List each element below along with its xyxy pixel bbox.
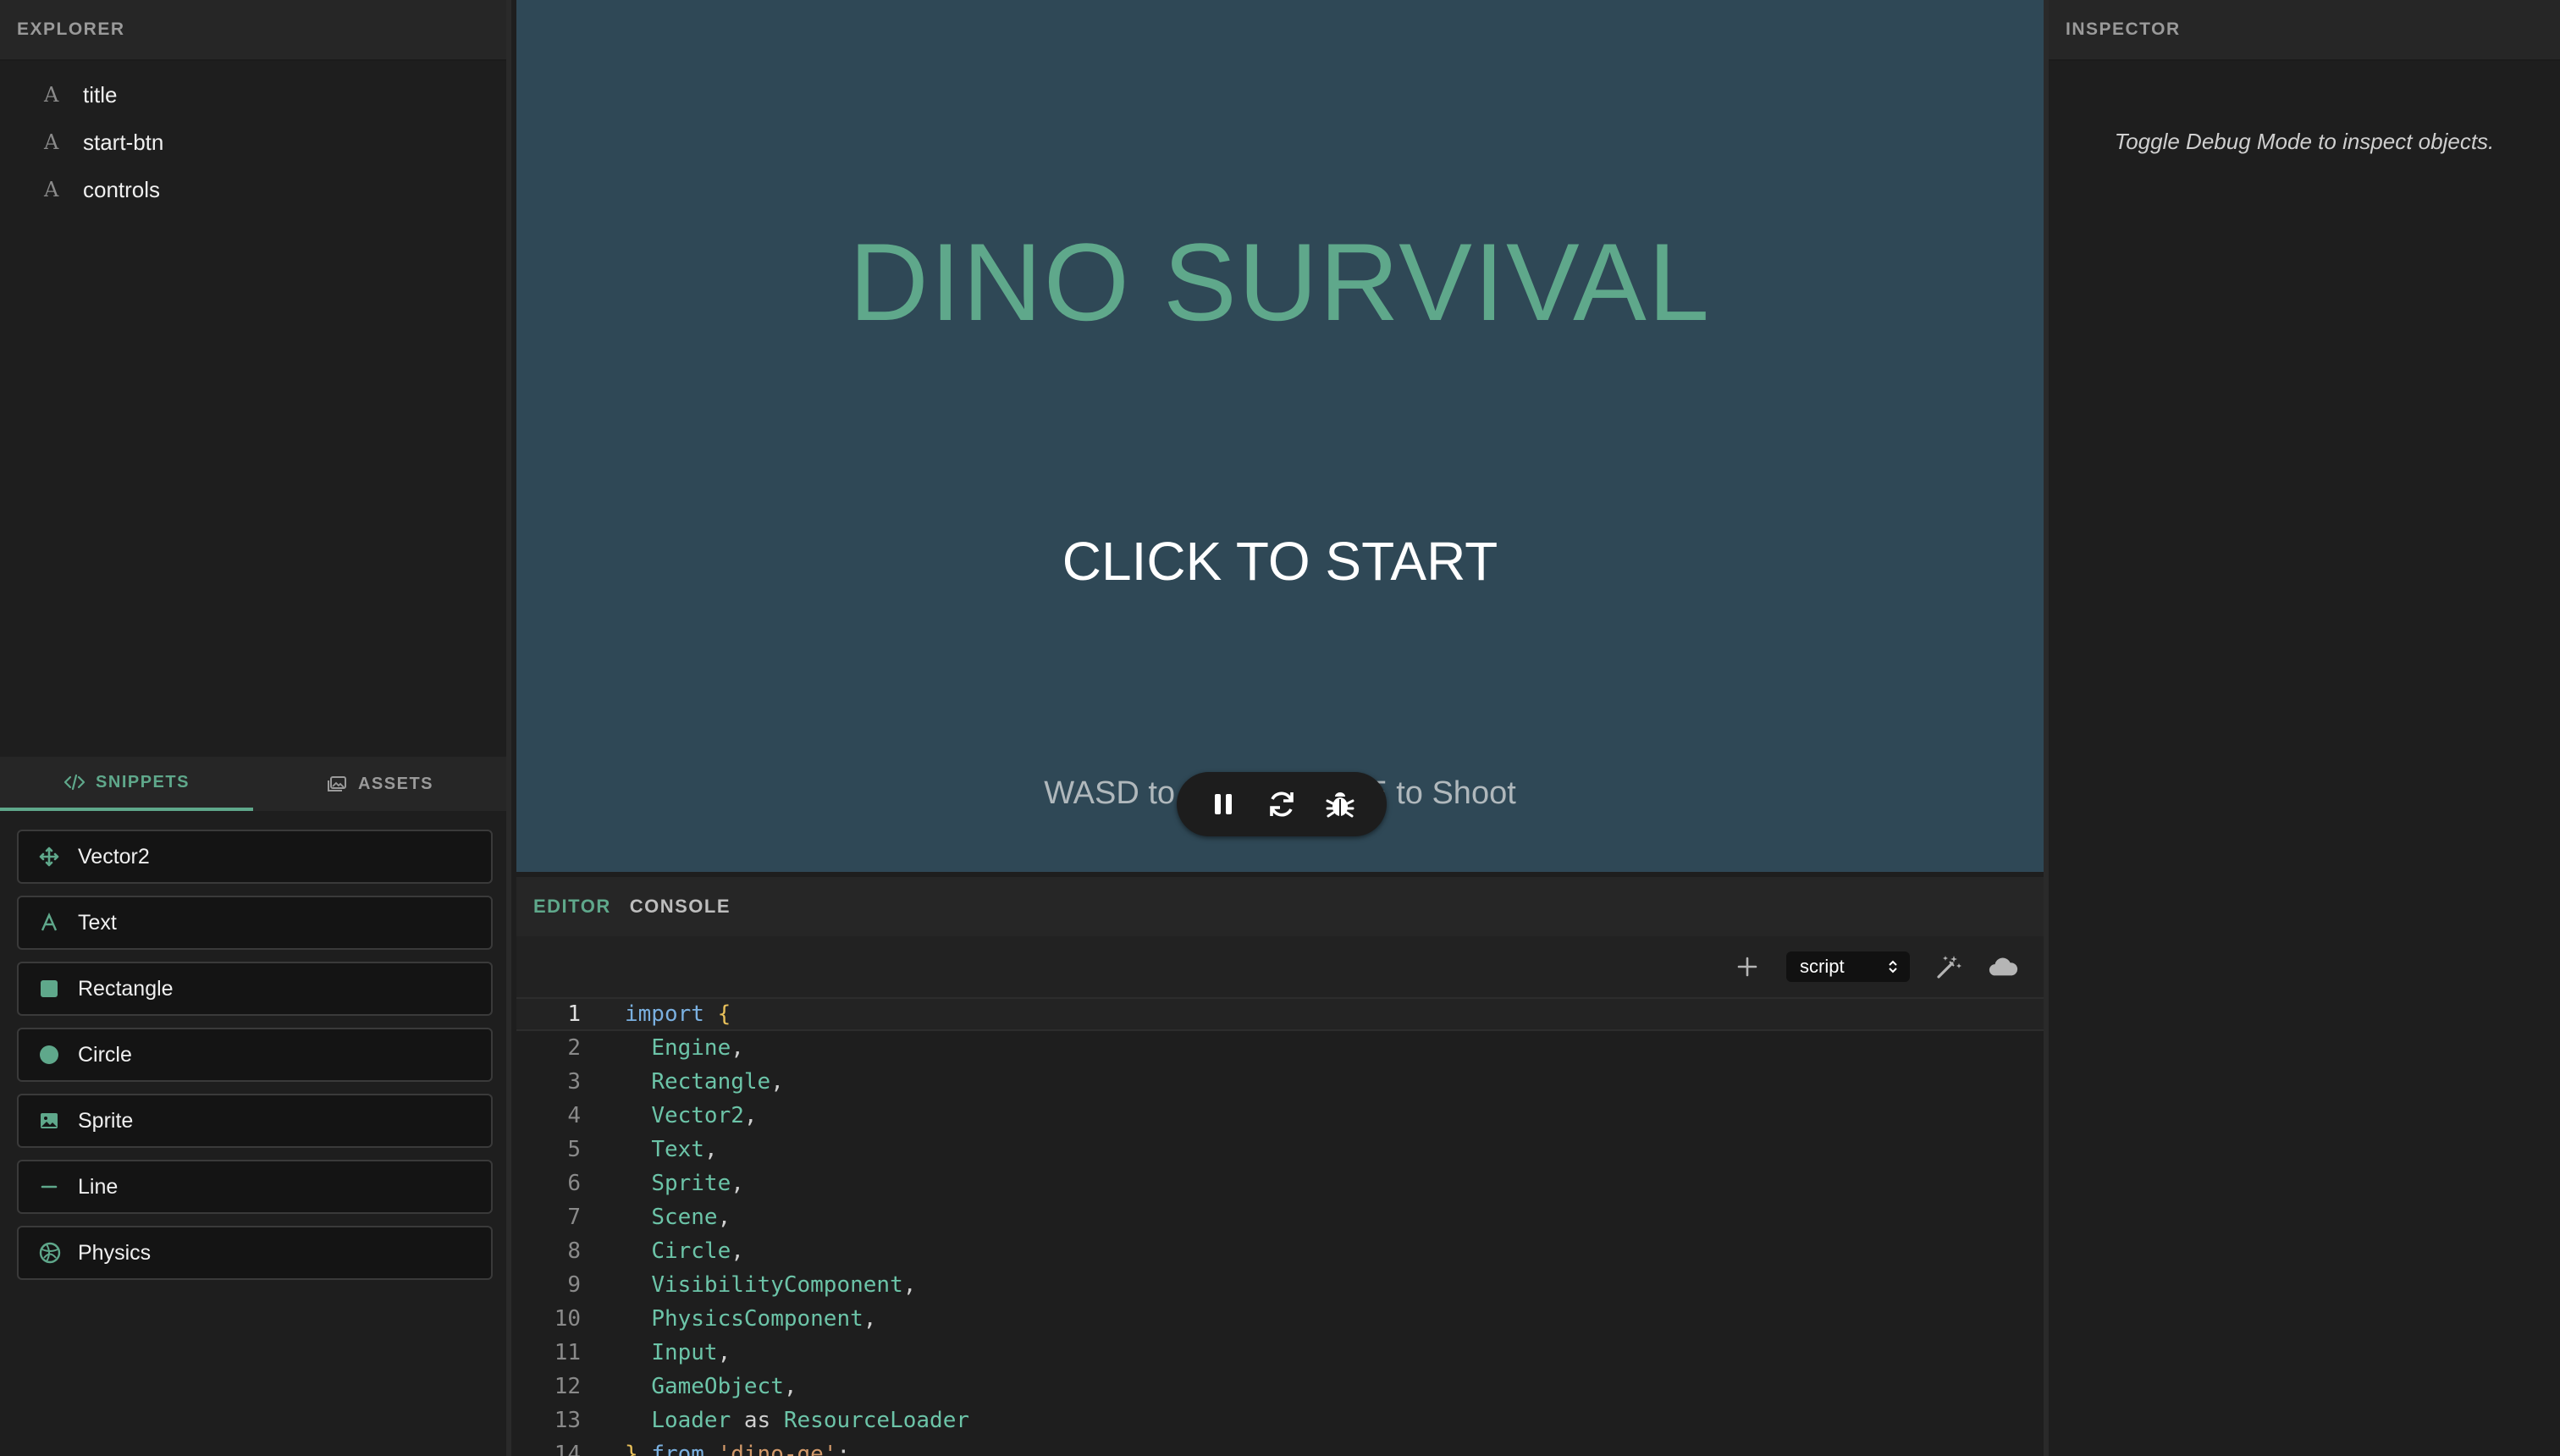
cloud-button[interactable] [1988, 951, 2018, 982]
refresh-icon [1270, 791, 1294, 817]
game-toolbar [1177, 772, 1387, 836]
code-line: 1 import { [516, 997, 2044, 1031]
snippet-vector2[interactable]: Vector2 [17, 830, 493, 884]
pause-icon [1214, 794, 1232, 814]
line-icon [39, 1177, 78, 1197]
magic-wand-button[interactable] [1934, 951, 1964, 982]
snippet-label: Sprite [78, 1108, 134, 1133]
left-tabs: SNIPPETS ASSETS [0, 757, 506, 811]
line-number: 1 [567, 1001, 581, 1027]
code-line: 9 VisibilityComponent, [516, 1268, 2044, 1302]
move-icon [39, 847, 78, 867]
snippet-circle[interactable]: Circle [17, 1028, 493, 1082]
text-object-icon: A [44, 83, 59, 107]
code-line: 11 Input, [516, 1336, 2044, 1370]
snippet-label: Vector2 [78, 844, 150, 869]
restart-button[interactable] [1263, 786, 1300, 823]
code-line: 13 Loader as ResourceLoader [516, 1404, 2044, 1437]
line-number: 3 [567, 1069, 581, 1095]
tab-snippets-label: SNIPPETS [96, 772, 190, 791]
snippet-label: Text [78, 910, 117, 935]
code-editor[interactable]: 1 import { 2 Engine, 3 Rectangle, 4 Vecto… [516, 997, 2044, 1456]
line-number: 4 [567, 1103, 581, 1128]
snippet-label: Physics [78, 1240, 152, 1265]
code-line: 10 PhysicsComponent, [516, 1302, 2044, 1336]
snippet-line[interactable]: Line [17, 1160, 493, 1214]
explorer-item-title[interactable]: A title [0, 71, 506, 119]
code-line: 12 GameObject, [516, 1370, 2044, 1404]
magic-wand-icon [1937, 956, 1961, 979]
code-line: 8 Circle, [516, 1234, 2044, 1268]
line-number: 7 [567, 1205, 581, 1230]
code-line: 4 Vector2, [516, 1099, 2044, 1133]
code-line: 14} from 'dino-ge'; [516, 1437, 2044, 1456]
line-number: 11 [554, 1340, 581, 1365]
code-line: 6 Sprite, [516, 1166, 2044, 1200]
snippet-physics[interactable]: Physics [17, 1226, 493, 1280]
text-object-icon: A [44, 178, 59, 201]
snippet-list: Vector2 Text Rectangle Circle Sprite Lin… [17, 830, 493, 1292]
line-number: 9 [567, 1272, 581, 1298]
line-number: 13 [554, 1408, 581, 1433]
physics-icon [39, 1242, 78, 1264]
cloud-icon [1989, 957, 2018, 976]
tab-assets[interactable]: ASSETS [253, 757, 506, 811]
tab-snippets[interactable]: SNIPPETS [0, 757, 253, 811]
tab-console[interactable]: CONSOLE [630, 896, 731, 918]
explorer-header: EXPLORER [0, 0, 506, 61]
line-number: 6 [567, 1171, 581, 1196]
line-number: 8 [567, 1238, 581, 1264]
snippet-label: Line [78, 1174, 119, 1199]
code-line: 5 Text, [516, 1133, 2044, 1166]
snippet-rectangle[interactable]: Rectangle [17, 962, 493, 1016]
pause-button[interactable] [1205, 786, 1242, 823]
plus-icon [1737, 957, 1757, 977]
image-icon [39, 1111, 78, 1131]
game-viewport[interactable]: DINO SURVIVAL CLICK TO START WASD to Mov… [516, 0, 2044, 872]
tab-assets-label: ASSETS [357, 774, 434, 793]
explorer-item-label: start-btn [83, 129, 164, 155]
code-line: 7 Scene, [516, 1200, 2044, 1234]
line-number: 14 [554, 1442, 581, 1456]
tab-editor[interactable]: EDITOR [533, 896, 611, 918]
explorer-list: A title A start-btn A controls [0, 61, 506, 213]
inspector-empty-message: Toggle Debug Mode to inspect objects. [2114, 129, 2495, 154]
text-object-icon: A [44, 130, 59, 154]
code-icon [63, 774, 86, 791]
line-number: 12 [554, 1374, 581, 1399]
editor-panel: EDITOR CONSOLE script 1 import { 2 Engine… [516, 877, 2044, 1456]
circle-icon [39, 1045, 78, 1065]
images-icon [327, 776, 346, 791]
chevron-updown-icon [1889, 960, 1897, 973]
line-number: 2 [567, 1035, 581, 1061]
explorer-item-controls[interactable]: A controls [0, 166, 506, 213]
text-icon [39, 913, 78, 933]
editor-tabs: EDITOR CONSOLE [516, 877, 2044, 936]
debug-button[interactable] [1321, 786, 1359, 823]
line-number: 5 [567, 1137, 581, 1162]
line-number: 10 [554, 1306, 581, 1332]
game-start-button[interactable]: CLICK TO START [516, 530, 2044, 593]
left-panel: EXPLORER A title A start-btn A controls … [0, 0, 511, 1456]
explorer-item-start-btn[interactable]: A start-btn [0, 119, 506, 166]
snippet-text[interactable]: Text [17, 896, 493, 950]
editor-toolbar: script [516, 936, 2044, 997]
explorer-item-label: controls [83, 176, 161, 202]
code-line: 3 Rectangle, [516, 1065, 2044, 1099]
bug-icon [1326, 792, 1354, 818]
explorer-item-label: title [83, 81, 118, 108]
snippet-label: Rectangle [78, 976, 174, 1001]
square-icon [39, 979, 78, 999]
script-select[interactable]: script [1786, 951, 1910, 982]
code-line: 2 Engine, [516, 1031, 2044, 1065]
game-title-text: DINO SURVIVAL [848, 220, 1712, 344]
snippet-label: Circle [78, 1042, 132, 1067]
script-select-value: script [1800, 956, 1845, 977]
add-script-button[interactable] [1732, 951, 1763, 982]
snippet-sprite[interactable]: Sprite [17, 1094, 493, 1148]
inspector-header: INSPECTOR [2049, 0, 2560, 61]
inspector-panel: INSPECTOR Toggle Debug Mode to inspect o… [2044, 0, 2560, 1456]
